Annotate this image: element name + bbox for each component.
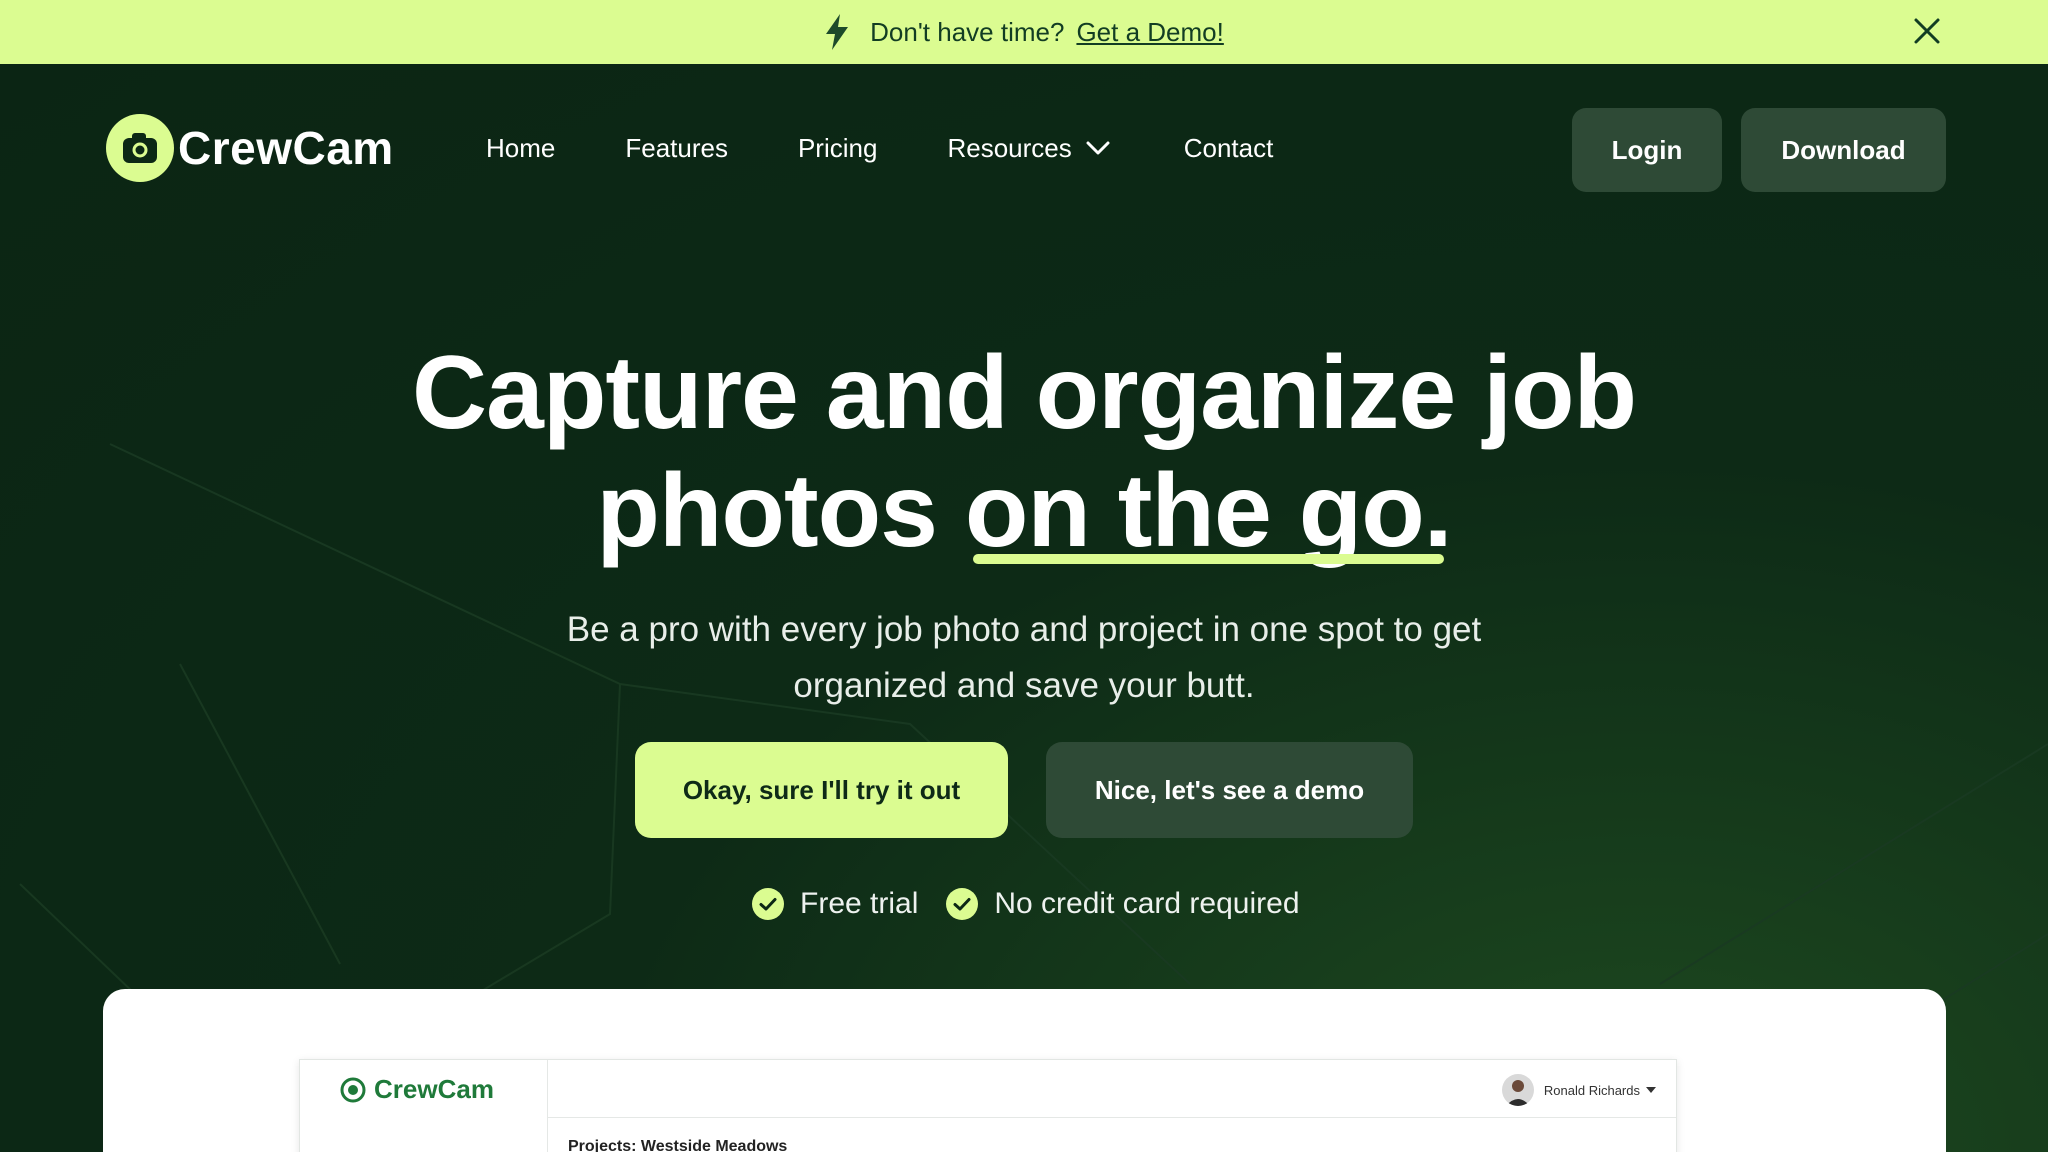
hero-checks: Free trial No credit card required <box>752 884 1300 924</box>
try-it-button[interactable]: Okay, sure I'll try it out <box>635 742 1008 838</box>
chevron-down-icon <box>1086 141 1110 155</box>
camera-icon <box>106 114 174 182</box>
announcement-bar: Don't have time? Get a Demo! <box>0 0 2048 64</box>
check-circle-icon <box>946 888 979 920</box>
brand-name: CrewCam <box>178 122 394 174</box>
download-button[interactable]: Download <box>1741 108 1946 192</box>
login-button[interactable]: Login <box>1572 108 1722 192</box>
nav-item-home[interactable]: Home <box>486 130 555 166</box>
announcement-text: Don't have time? <box>870 16 1065 47</box>
close-icon[interactable] <box>1912 16 1942 46</box>
get-demo-link[interactable]: Get a Demo! <box>1076 17 1223 48</box>
hero-subtitle: Be a pro with every job photo and projec… <box>566 610 1482 705</box>
app-logo: CrewCam <box>340 1074 494 1105</box>
nav-item-resources-label: Resources <box>947 133 1072 163</box>
free-trial-text: Free trial <box>800 887 919 920</box>
see-demo-button[interactable]: Nice, let's see a demo <box>1046 742 1413 838</box>
user-name: Ronald Richards <box>1543 1082 1640 1098</box>
nav-item-pricing[interactable]: Pricing <box>798 130 877 166</box>
brand-logo[interactable]: CrewCam <box>106 114 394 182</box>
avatar <box>1501 1074 1534 1106</box>
check-circle-icon <box>752 888 784 920</box>
user-menu[interactable]: Ronald Richards <box>1501 1074 1656 1106</box>
headline-line-2: photos on the go. <box>0 452 2048 570</box>
no-credit-card-text: No credit card required <box>994 887 1300 920</box>
app-brand-name: CrewCam <box>374 1074 494 1104</box>
hero-section: CrewCam Home Features Pricing Resources … <box>0 64 2048 1152</box>
app-topbar: Ronald Richards <box>548 1060 1676 1118</box>
project-title: Projects: Westside Meadows <box>568 1138 788 1152</box>
headline-underlined: on the go. <box>964 453 1453 569</box>
app-preview-window: CrewCam Ronald Richards Projects: Westsi… <box>299 1059 1677 1152</box>
headline-plain: photos <box>596 453 965 569</box>
app-sidebar: CrewCam <box>300 1060 548 1152</box>
top-navigation: CrewCam Home Features Pricing Resources … <box>0 64 2048 238</box>
nav-item-resources[interactable]: Resources <box>947 130 1110 166</box>
nav-menu: Home Features Pricing Resources Contact <box>486 130 1273 166</box>
app-preview-card: CrewCam Ronald Richards Projects: Westsi… <box>103 989 1946 1152</box>
nav-item-features[interactable]: Features <box>625 130 728 166</box>
nav-item-contact[interactable]: Contact <box>1184 130 1274 166</box>
lightning-bolt-icon <box>826 14 849 50</box>
crewcam-logo-icon <box>340 1077 366 1102</box>
caret-down-icon <box>1646 1087 1656 1093</box>
headline-line-1: Capture and organize job <box>411 335 1637 451</box>
hero-headline: Capture and organize job photos on the g… <box>0 334 2048 570</box>
